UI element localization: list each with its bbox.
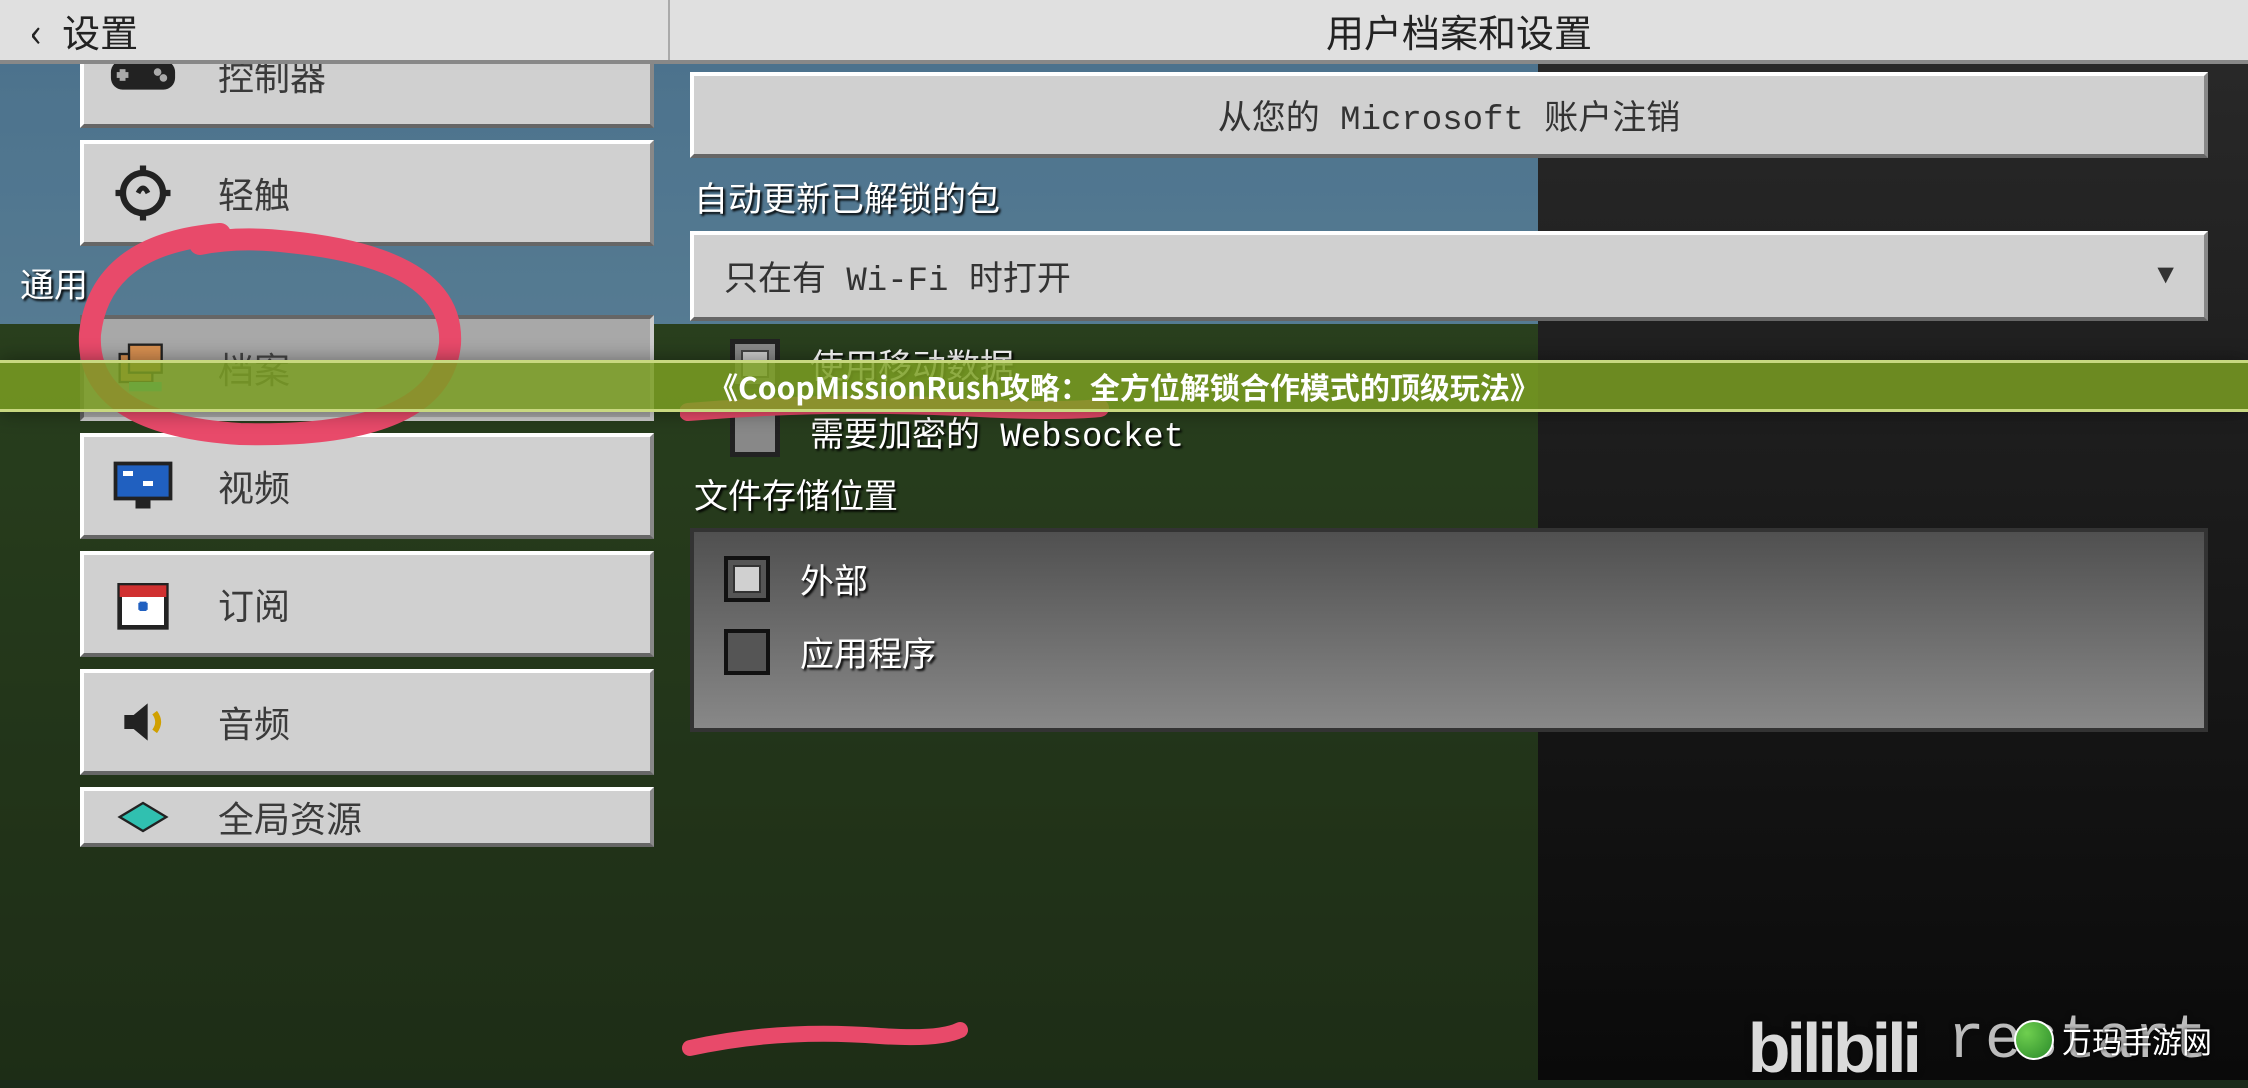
dropdown-value: 只在有 Wi-Fi 时打开 <box>724 251 1071 301</box>
sidebar-item-audio[interactable]: 音频 <box>80 669 654 775</box>
touch-icon <box>108 163 178 223</box>
signout-button[interactable]: 从您的 Microsoft 账户注销 <box>690 72 2208 158</box>
sidebar-item-subscribe[interactable]: 订阅 <box>80 551 654 657</box>
websocket-toggle[interactable]: 需要加密的 Websocket <box>730 407 2208 457</box>
section-general-label: 通用 <box>20 258 654 307</box>
site-logo-icon <box>2014 1020 2054 1060</box>
back-button[interactable]: ‹ 设置 <box>0 0 670 60</box>
sidebar-item-video[interactable]: 视频 <box>80 433 654 539</box>
sidebar-item-label: 视频 <box>218 460 290 512</box>
back-label: 设置 <box>62 3 138 58</box>
sidebar-item-global[interactable]: 全局资源 <box>80 787 654 847</box>
sidebar: 控制器 轻触 通用 档案 视频 订阅 <box>0 64 670 1076</box>
autoupdate-label: 自动更新已解锁的包 <box>694 172 2208 221</box>
radio-icon <box>724 556 770 602</box>
sidebar-item-label: 订阅 <box>218 578 290 630</box>
sidebar-item-label: 全局资源 <box>218 791 362 843</box>
storage-radio-group: 外部 应用程序 <box>690 528 2208 732</box>
bilibili-watermark: bilibili <box>1748 1008 1918 1088</box>
sidebar-item-label: 音频 <box>218 696 290 748</box>
radio-label: 应用程序 <box>800 627 936 676</box>
main-panel: 从您的 Microsoft 账户注销 自动更新已解锁的包 只在有 Wi-Fi 时… <box>670 64 2248 1076</box>
overlay-banner: 《CoopMissionRush攻略：全方位解锁合作模式的顶级玩法》 <box>0 360 2248 412</box>
page-title: 用户档案和设置 <box>670 3 2248 58</box>
sidebar-item-label: 控制器 <box>218 64 326 101</box>
radio-icon <box>724 629 770 675</box>
storage-option-external[interactable]: 外部 <box>694 542 2204 615</box>
checkbox-icon <box>730 407 780 457</box>
sidebar-item-touch[interactable]: 轻触 <box>80 140 654 246</box>
site-watermark: 万玛手游网 <box>2014 1018 2212 1062</box>
storage-option-app[interactable]: 应用程序 <box>694 615 2204 688</box>
sidebar-item-controller[interactable]: 控制器 <box>80 64 654 128</box>
calendar-plus-icon <box>108 574 178 634</box>
sidebar-item-label: 轻触 <box>218 167 290 219</box>
checkbox-label: 需要加密的 Websocket <box>810 407 1184 457</box>
radio-label: 外部 <box>800 554 868 603</box>
header: ‹ 设置 用户档案和设置 <box>0 0 2248 64</box>
chevron-down-icon: ▼ <box>2157 261 2174 292</box>
monitor-icon <box>108 456 178 516</box>
speaker-icon <box>108 692 178 752</box>
site-name: 万玛手游网 <box>2062 1018 2212 1062</box>
chevron-left-icon: ‹ <box>30 1 42 59</box>
gamepad-icon <box>108 64 178 105</box>
storage-label: 文件存储位置 <box>694 469 2208 518</box>
resource-icon <box>108 787 178 847</box>
autoupdate-dropdown[interactable]: 只在有 Wi-Fi 时打开 ▼ <box>690 231 2208 321</box>
